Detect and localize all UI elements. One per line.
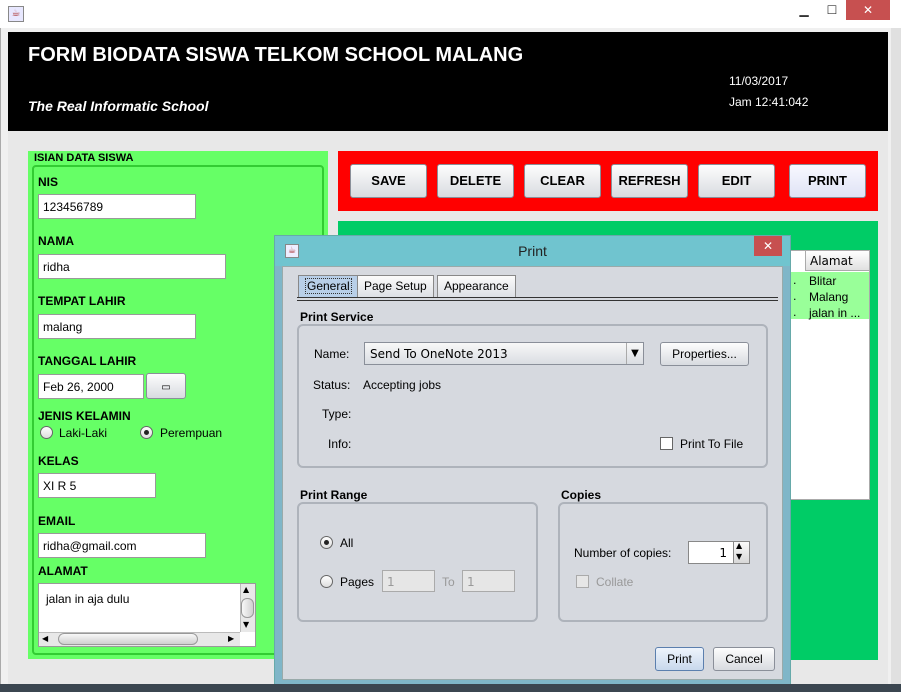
date-picker-button[interactable]: ▭ — [146, 373, 186, 399]
alamat-horizontal-thumb[interactable] — [58, 633, 198, 645]
print-to-file-checkbox[interactable] — [660, 437, 673, 450]
date-label: 11/03/2017 — [729, 74, 789, 88]
tempat-lahir-field[interactable]: malang — [38, 314, 196, 339]
table-row[interactable]: jalan in ... — [809, 306, 860, 320]
print-service-title: Print Service — [300, 310, 374, 324]
kelas-field[interactable]: XI R 5 — [38, 473, 156, 498]
status-label: Status: — [313, 378, 351, 392]
table-header-alamat[interactable]: Alamat — [805, 251, 869, 271]
taskbar-strip — [0, 684, 901, 692]
pages-to-field[interactable]: 1 — [462, 570, 515, 592]
status-value: Accepting jobs — [363, 378, 442, 392]
print-to-file-label: Print To File — [680, 437, 744, 451]
range-pages-radio[interactable] — [320, 575, 333, 588]
type-label: Type: — [322, 407, 352, 421]
range-all-radio[interactable] — [320, 536, 333, 549]
jenis-kelamin-label: JENIS KELAMIN — [38, 409, 131, 423]
radio-laki-laki[interactable] — [40, 426, 53, 439]
tab-general[interactable]: General — [298, 275, 359, 297]
maximize-button[interactable]: ☐ — [818, 0, 846, 20]
time-label: Jam 12:41:042 — [729, 95, 809, 109]
range-pages-label: Pages — [340, 575, 375, 589]
print-dialog-title: Print — [518, 243, 547, 259]
scroll-left-icon[interactable]: ◀ — [42, 634, 48, 643]
page-title: FORM BIODATA SISWA TELKOM SCHOOL MALANG — [28, 44, 524, 66]
tab-divider — [297, 300, 778, 301]
pages-to-label: To — [442, 575, 455, 589]
table-row[interactable]: Malang — [809, 290, 848, 304]
tempat-lahir-label: TEMPAT LAHIR — [38, 294, 126, 308]
clear-button[interactable]: CLEAR — [524, 164, 601, 198]
tanggal-lahir-field[interactable]: Feb 26, 2000 — [38, 374, 144, 399]
form-section-title: ISIAN DATA SISWA — [34, 152, 134, 164]
close-button[interactable]: ✕ — [846, 0, 890, 20]
email-field[interactable]: ridha@gmail.com — [38, 533, 206, 558]
alamat-text: jalan in aja dulu — [46, 592, 130, 606]
alamat-label: ALAMAT — [38, 564, 88, 578]
java-icon: ☕ — [8, 6, 24, 22]
chevron-down-icon[interactable]: ▼ — [626, 343, 643, 364]
dialog-cancel-button[interactable]: Cancel — [713, 647, 775, 671]
refresh-button[interactable]: REFRESH — [611, 164, 688, 198]
tanggal-lahir-label: TANGGAL LAHIR — [38, 354, 137, 368]
window-titlebar — [0, 0, 901, 28]
print-button[interactable]: PRINT — [789, 164, 866, 198]
copies-label: Number of copies: — [574, 546, 672, 560]
kelas-label: KELAS — [38, 454, 79, 468]
tab-appearance[interactable]: Appearance — [437, 275, 516, 297]
minimize-button[interactable]: ▁ — [790, 0, 818, 20]
scroll-right-icon[interactable]: ▶ — [228, 634, 234, 643]
nama-label: NAMA — [38, 234, 74, 248]
spinner-down-icon[interactable]: ▼ — [736, 552, 742, 561]
info-label: Info: — [328, 437, 352, 451]
radio-perempuan-label: Perempuan — [160, 426, 223, 440]
nis-field[interactable]: 123456789 — [38, 194, 196, 219]
collate-checkbox[interactable] — [576, 575, 589, 588]
printer-select[interactable]: Send To OneNote 2013 — [364, 342, 644, 365]
radio-perempuan[interactable] — [140, 426, 153, 439]
cell-ellipsis: . — [793, 306, 797, 319]
right-edge — [891, 28, 901, 684]
printer-name-label: Name: — [314, 347, 350, 361]
print-range-title: Print Range — [300, 488, 368, 502]
range-all-label: All — [340, 536, 354, 550]
copies-title: Copies — [561, 488, 602, 502]
spinner-up-icon[interactable]: ▲ — [736, 541, 742, 550]
pages-from-field[interactable]: 1 — [382, 570, 435, 592]
scroll-down-icon[interactable]: ▼ — [243, 620, 249, 629]
alamat-vertical-thumb[interactable] — [241, 598, 254, 618]
nama-field[interactable]: ridha — [38, 254, 226, 279]
cell-ellipsis: . — [793, 274, 797, 287]
properties-button[interactable]: Properties... — [660, 342, 749, 366]
collate-label: Collate — [596, 575, 634, 589]
nis-label: NIS — [38, 175, 59, 189]
dialog-close-button[interactable]: ✕ — [754, 236, 782, 256]
save-button[interactable]: SAVE — [350, 164, 427, 198]
tab-general-label: General — [305, 278, 352, 294]
page-subtitle: The Real Informatic School — [28, 98, 209, 114]
cell-ellipsis: . — [793, 290, 797, 303]
email-label: EMAIL — [38, 514, 76, 528]
tab-page-setup[interactable]: Page Setup — [357, 275, 434, 297]
dialog-print-button[interactable]: Print — [655, 647, 704, 671]
radio-laki-laki-label: Laki-Laki — [59, 426, 108, 440]
calendar-icon: ▭ — [161, 382, 171, 393]
copies-field[interactable]: 1 — [688, 541, 734, 564]
print-range-group — [297, 502, 538, 622]
table-row[interactable]: Blitar — [809, 274, 836, 288]
edit-button[interactable]: EDIT — [698, 164, 775, 198]
tab-divider — [297, 297, 778, 298]
scroll-up-icon[interactable]: ▲ — [243, 585, 249, 594]
delete-button[interactable]: DELETE — [437, 164, 514, 198]
